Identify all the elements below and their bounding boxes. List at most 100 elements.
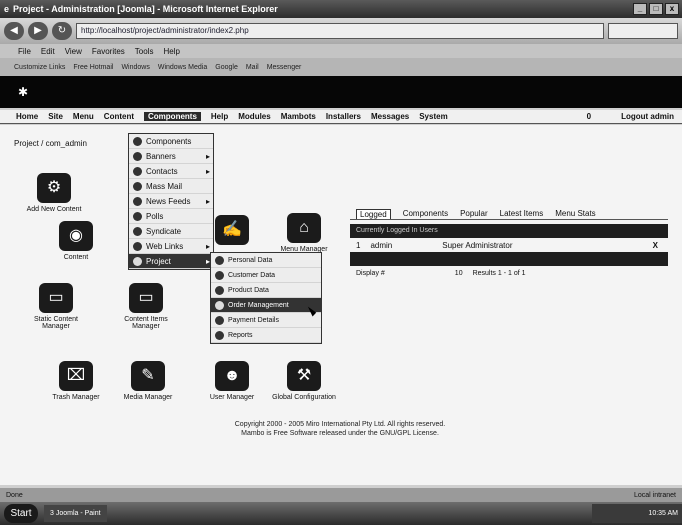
topmenu-content[interactable]: Content xyxy=(104,112,134,121)
close-button[interactable]: x xyxy=(665,3,679,15)
dropdown-item-contacts[interactable]: Contacts ▸ xyxy=(129,164,213,179)
topmenu-home[interactable]: Home xyxy=(16,112,38,121)
item-icon xyxy=(215,315,224,325)
item-icon xyxy=(215,330,224,340)
tab-logged[interactable]: Logged xyxy=(356,208,391,219)
poll-icon xyxy=(133,211,142,221)
feed-icon xyxy=(133,196,142,206)
submenu-item[interactable]: Payment Details xyxy=(211,313,321,328)
dropdown-item-news-feeds[interactable]: News Feeds ▸ xyxy=(129,194,213,209)
menu-edit[interactable]: Edit xyxy=(41,47,55,56)
search-input[interactable] xyxy=(608,23,678,39)
link-item[interactable]: Google xyxy=(215,64,238,71)
system-tray: 10:35 AM xyxy=(592,504,682,523)
status-bar: Done Local intranet xyxy=(0,488,682,502)
cpanel-trash[interactable]: ⌧ Trash Manager xyxy=(40,361,112,401)
cpanel-media[interactable]: ✎ Media Manager xyxy=(112,361,184,401)
topmenu-mambots[interactable]: Mambots xyxy=(281,112,316,121)
chevron-right-icon: ▸ xyxy=(205,166,210,176)
menu-file[interactable]: File xyxy=(18,47,31,56)
links-bar: Customize Links Free Hotmail Windows Win… xyxy=(0,58,682,76)
cpanel-menu-manager[interactable]: ⌂ Menu Manager xyxy=(268,213,340,253)
tab-latest-items[interactable]: Latest Items xyxy=(500,209,544,218)
minimize-button[interactable]: _ xyxy=(633,3,647,15)
menu-view[interactable]: View xyxy=(65,47,82,56)
admin-topmenu: Home Site Menu Content Components Help M… xyxy=(0,110,682,124)
home-icon: ⌂ xyxy=(287,213,321,243)
config-icon: ⚒ xyxy=(287,361,321,391)
link-item[interactable]: Free Hotmail xyxy=(73,64,113,71)
item-icon xyxy=(215,300,224,310)
globe-icon xyxy=(133,241,142,251)
back-button[interactable]: ◀ xyxy=(4,22,24,40)
maximize-button[interactable]: □ xyxy=(649,3,663,15)
messages-count[interactable]: 0 xyxy=(587,112,591,121)
ie-icon: e xyxy=(4,4,10,14)
breadcrumb: Project / com_admin xyxy=(14,139,87,148)
edit-icon: ✍ xyxy=(215,215,249,245)
menu-favorites[interactable]: Favorites xyxy=(92,47,125,56)
camera-icon: ◉ xyxy=(59,221,93,251)
dropdown-item-syndicate[interactable]: Syndicate xyxy=(129,224,213,239)
address-field[interactable]: http://localhost/project/administrator/i… xyxy=(76,23,604,39)
topmenu-messages[interactable]: Messages xyxy=(371,112,409,121)
topmenu-modules[interactable]: Modules xyxy=(238,112,270,121)
topmenu-help[interactable]: Help xyxy=(211,112,228,121)
cpanel-config[interactable]: ⚒ Global Configuration xyxy=(268,361,340,401)
joomla-logo-icon: ✱ xyxy=(18,85,29,99)
display-select[interactable]: 10 xyxy=(455,270,463,277)
window-controls: _ □ x xyxy=(633,3,682,15)
dropdown-item-web-links[interactable]: Web Links ▸ xyxy=(129,239,213,254)
cpanel-users[interactable]: ☻ User Manager xyxy=(196,361,268,401)
dropdown-item-polls[interactable]: Polls xyxy=(129,209,213,224)
submenu-item[interactable]: Product Data xyxy=(211,283,321,298)
dropdown-item-banners[interactable]: Banners ▸ xyxy=(129,149,213,164)
user-link[interactable]: admin xyxy=(370,241,392,250)
submenu-item[interactable]: Reports xyxy=(211,328,321,343)
info-panel: Logged Components Popular Latest Items M… xyxy=(350,208,668,280)
tab-menu-stats[interactable]: Menu Stats xyxy=(555,209,595,218)
tab-components[interactable]: Components xyxy=(403,209,448,218)
logout-link[interactable]: Logout admin xyxy=(621,112,674,121)
status-text: Done xyxy=(6,491,23,499)
tab-popular[interactable]: Popular xyxy=(460,209,488,218)
dropdown-item-mass-mail[interactable]: Mass Mail xyxy=(129,179,213,194)
taskbar-item[interactable]: 3 Joomla - Paint xyxy=(44,505,107,522)
folder-icon: ▭ xyxy=(129,283,163,313)
topmenu-menu[interactable]: Menu xyxy=(73,112,94,121)
submenu-item-selected[interactable]: Order Management xyxy=(211,298,321,313)
media-icon: ✎ xyxy=(131,361,165,391)
chevron-right-icon: ▸ xyxy=(205,151,210,161)
menu-tools[interactable]: Tools xyxy=(135,47,154,56)
menu-help[interactable]: Help xyxy=(163,47,179,56)
cpanel-static-content[interactable]: ▭ Static Content Manager xyxy=(20,283,92,330)
syndicate-icon xyxy=(133,226,142,236)
submenu-item[interactable]: Customer Data xyxy=(211,268,321,283)
banner-icon xyxy=(133,151,142,161)
link-item[interactable]: Customize Links xyxy=(14,64,65,71)
window-title: Project - Administration [Joomla] - Micr… xyxy=(13,4,278,14)
link-item[interactable]: Messenger xyxy=(267,64,302,71)
forward-button[interactable]: ▶ xyxy=(28,22,48,40)
cpanel-content[interactable]: ◉ Content xyxy=(40,221,112,261)
refresh-button[interactable]: ↻ xyxy=(52,22,72,40)
dropdown-header: Components xyxy=(129,134,213,149)
contact-icon xyxy=(133,166,142,176)
cpanel-content-items[interactable]: ▭ Content Items Manager xyxy=(110,283,182,330)
dropdown-item-project[interactable]: Project ▸ xyxy=(129,254,213,269)
topmenu-installers[interactable]: Installers xyxy=(326,112,361,121)
force-logout-button[interactable]: X xyxy=(653,241,668,250)
window-titlebar: e Project - Administration [Joomla] - Mi… xyxy=(0,0,682,18)
link-item[interactable]: Windows xyxy=(121,64,149,71)
topmenu-components[interactable]: Components xyxy=(144,112,201,121)
cpanel-add-content[interactable]: ⚙ Add New Content xyxy=(18,173,90,213)
gear-icon: ⚙ xyxy=(37,173,71,203)
start-button[interactable]: Start xyxy=(4,504,38,523)
submenu-item[interactable]: Personal Data xyxy=(211,253,321,268)
item-icon xyxy=(215,270,224,280)
panel-header: Currently Logged In Users xyxy=(350,224,668,238)
link-item[interactable]: Mail xyxy=(246,64,259,71)
topmenu-system[interactable]: System xyxy=(419,112,447,121)
topmenu-site[interactable]: Site xyxy=(48,112,63,121)
link-item[interactable]: Windows Media xyxy=(158,64,207,71)
